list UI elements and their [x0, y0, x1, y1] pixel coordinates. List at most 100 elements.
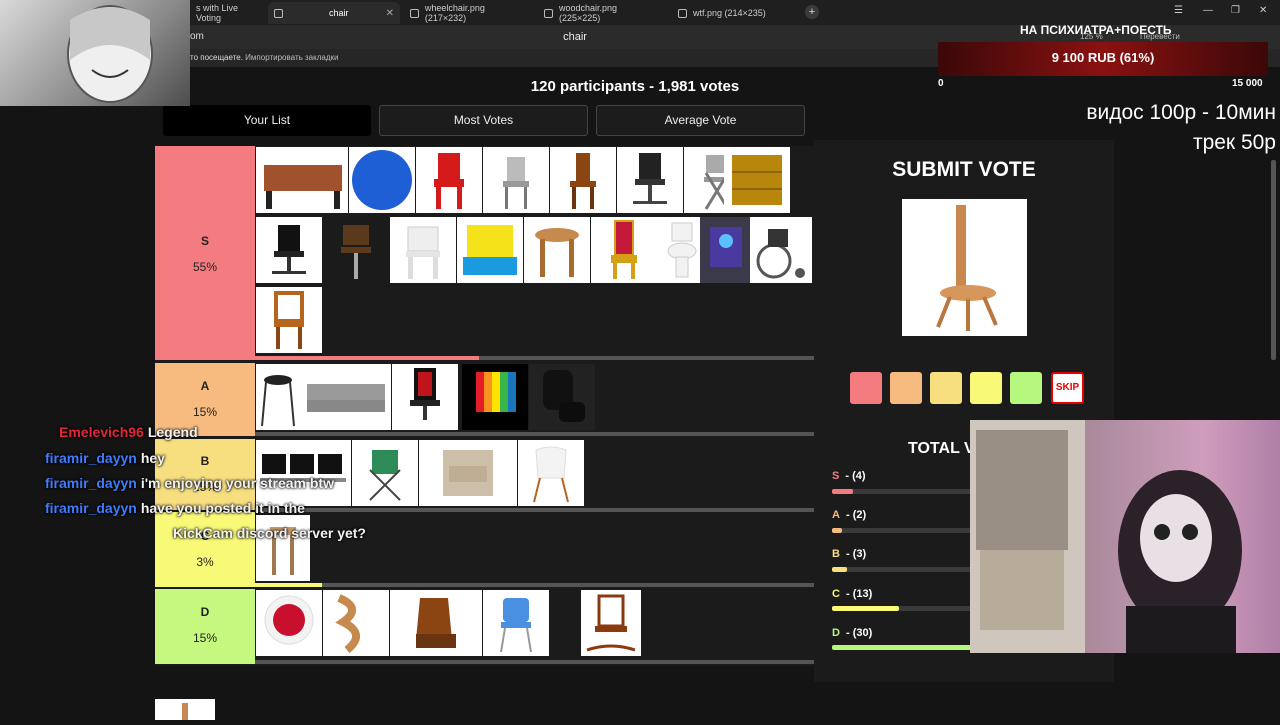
tier-percent: 15%: [192, 631, 218, 645]
item-red-kids-chair[interactable]: [416, 147, 482, 213]
item-blue-chair[interactable]: [483, 590, 549, 656]
tier-row-d: D 15%: [155, 589, 814, 664]
minimize-icon[interactable]: —: [1203, 5, 1213, 16]
item-eames-chair[interactable]: [518, 440, 584, 506]
tier-progress-fill: [255, 356, 479, 360]
item-ball-chair[interactable]: [256, 590, 322, 656]
tab-your-list[interactable]: Your List: [163, 105, 371, 136]
price-video: видос 100р - 10мин: [1086, 101, 1276, 124]
item-stool[interactable]: [524, 217, 590, 283]
skip-button[interactable]: SKIP: [1051, 372, 1084, 404]
item-ball[interactable]: [349, 147, 415, 213]
page-scrollbar[interactable]: [1271, 160, 1276, 360]
vote-bar-fill: [832, 645, 972, 650]
vote-button-c[interactable]: [970, 372, 1002, 404]
chat-message: firamir_dayyn have you posted it in the: [45, 500, 305, 516]
tier-name: S: [200, 234, 209, 248]
close-icon[interactable]: ✕: [386, 8, 394, 19]
chat-message: firamir_dayyn i'm enjoying your stream bt…: [45, 475, 334, 491]
vote-bar-a: [832, 528, 972, 533]
tier-items-s: [255, 146, 814, 360]
tier-label-d: D 15%: [155, 589, 255, 664]
tab-most-votes[interactable]: Most Votes: [379, 105, 588, 136]
vote-count-d: D - (30): [832, 627, 873, 639]
vote-count-s: S - (4): [832, 470, 866, 482]
tab-wheelchair[interactable]: wheelchair.png (217×232): [404, 2, 532, 24]
item-wooden-block[interactable]: [724, 147, 790, 213]
item-plastic-chair[interactable]: [390, 217, 456, 283]
tier-items-a: [255, 363, 814, 436]
item-wood-chair[interactable]: [256, 287, 322, 353]
item-armchair[interactable]: [419, 440, 517, 506]
item-waiting-seats[interactable]: [256, 440, 351, 506]
vote-count: (4): [852, 470, 866, 482]
vote-button-a[interactable]: [890, 372, 922, 404]
chat-text: Legend: [147, 424, 198, 440]
tab-wtf[interactable]: wtf.png (214×235): [672, 2, 792, 24]
vote-bar-s: [832, 489, 972, 494]
maximize-icon[interactable]: ❐: [1231, 5, 1240, 16]
item-bench[interactable]: [256, 147, 348, 213]
item-wheelchair[interactable]: [750, 217, 812, 283]
item-leather-seat[interactable]: [390, 590, 482, 656]
item-bar-stool[interactable]: [323, 217, 389, 283]
url-text[interactable]: om: [190, 31, 204, 42]
tab-woodchair[interactable]: woodchair.png (225×225): [538, 2, 666, 24]
tab-live-voting[interactable]: s with Live Voting: [190, 2, 262, 24]
vote-count: (30): [852, 627, 873, 639]
tier-row-c: C 3%: [155, 512, 814, 587]
tier-percent: 55%: [192, 260, 218, 274]
chat-text: have you posted it in the: [140, 500, 305, 516]
item-white-chair[interactable]: [483, 147, 549, 213]
chat-username: firamir_dayyn: [45, 450, 137, 466]
item-wooden-chair[interactable]: [550, 147, 616, 213]
vote-button-b[interactable]: [930, 372, 962, 404]
tab-label: chair: [329, 8, 349, 18]
import-bookmarks-link[interactable]: Импортировать закладки: [245, 53, 338, 62]
item-spongebob-chair[interactable]: [457, 217, 523, 283]
item-gaming-chair[interactable]: [392, 364, 458, 430]
vote-letter: B: [832, 548, 840, 560]
tab-average-vote[interactable]: Average Vote: [596, 105, 805, 136]
tab-chair[interactable]: chair ✕: [268, 2, 400, 24]
vote-bar-fill: [832, 567, 848, 572]
chat-username: Emelevich96: [59, 424, 144, 440]
bookmarks-hint: то посещаете. Импортировать закладки: [190, 53, 338, 62]
item-wave-chair[interactable]: [323, 590, 389, 656]
vote-bar-fill: [832, 528, 842, 533]
vote-count-b: B - (3): [832, 548, 867, 560]
tier-name: B: [200, 454, 210, 468]
vote-button-d[interactable]: [1010, 372, 1042, 404]
item-character-chair[interactable]: [700, 217, 752, 283]
submit-vote-title: SUBMIT VOTE: [892, 158, 1036, 181]
item-black-office-chair[interactable]: [256, 217, 322, 283]
item-metal-stool[interactable]: [256, 364, 301, 430]
window-close-icon[interactable]: ✕: [1259, 5, 1267, 16]
chat-text: i'm enjoying your stream btw: [140, 475, 334, 491]
page-icon: [544, 8, 553, 18]
next-item-thumbnail: [155, 699, 215, 720]
tab-label: s with Live Voting: [196, 3, 239, 23]
tier-progress-fill: [255, 583, 323, 587]
tier-progress-s: [255, 356, 814, 360]
item-rainbow-chair[interactable]: [462, 364, 528, 430]
tier-items-c: [255, 512, 814, 587]
new-tab-button[interactable]: +: [805, 5, 819, 19]
donation-goal-max: 15 000: [1232, 78, 1263, 89]
current-item-image: [902, 199, 1027, 336]
page-icon: [274, 8, 283, 18]
item-rocking-chair[interactable]: [581, 590, 641, 656]
vote-button-s[interactable]: [850, 372, 882, 404]
price-track: трек 50р: [1192, 131, 1276, 154]
chat-message: Emelevich96 Legend: [59, 424, 198, 440]
item-sofa[interactable]: [301, 364, 391, 430]
vote-bar-d: [832, 645, 972, 650]
tier-items-b: [255, 439, 814, 510]
tab-label: woodchair.png (225×225): [558, 3, 617, 23]
vote-letter: C: [832, 588, 840, 600]
item-office-chair[interactable]: [617, 147, 683, 213]
item-massage-chair[interactable]: [529, 364, 595, 430]
item-camping-chair[interactable]: [352, 440, 418, 506]
tier-row-s: S 55%: [155, 146, 814, 360]
menu-icon[interactable]: ☰: [1174, 5, 1183, 16]
